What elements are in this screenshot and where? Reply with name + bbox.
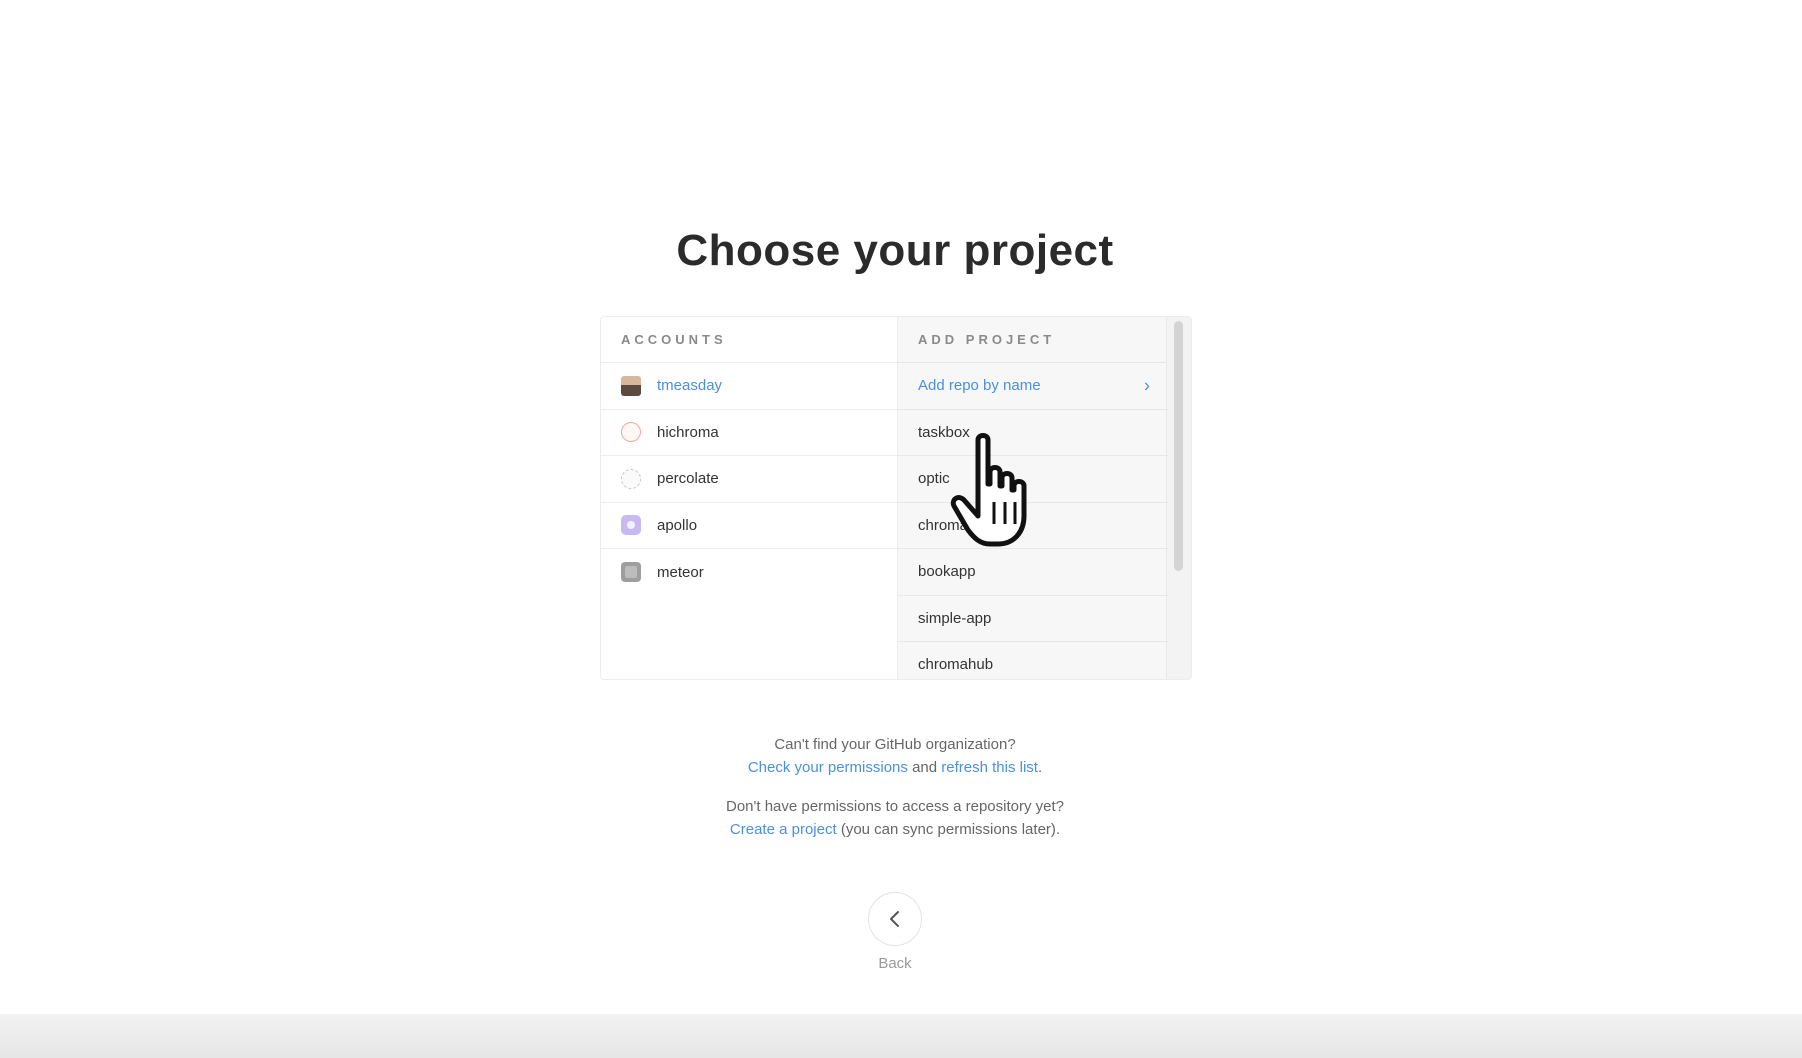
accounts-column: ACCOUNTS tmeasday hichroma percolate apo… <box>601 317 898 679</box>
projects-header: ADD PROJECT <box>898 317 1191 363</box>
account-label: percolate <box>657 470 719 488</box>
help-actions-org: Check your permissions and refresh this … <box>0 756 1790 779</box>
project-item-simple-app[interactable]: simple-app <box>898 596 1168 642</box>
chevron-left-icon <box>890 911 899 927</box>
account-label: hichroma <box>657 423 719 441</box>
choose-project-page: Choose your project ACCOUNTS tmeasday hi… <box>0 0 1802 1058</box>
chroma-logo-icon <box>621 422 641 443</box>
add-repo-by-name-link[interactable]: Add repo by name › <box>898 363 1168 410</box>
project-label: taskbox <box>918 423 970 441</box>
help-and-text: and <box>907 759 942 776</box>
project-label: optic <box>918 470 950 488</box>
accounts-header: ACCOUNTS <box>601 317 897 363</box>
project-label: chromahub <box>918 656 994 674</box>
scrollbar-thumb[interactable] <box>1174 321 1183 571</box>
chevron-right-icon: › <box>1144 375 1150 396</box>
meteor-logo-icon <box>621 562 641 583</box>
account-label: tmeasday <box>657 377 723 395</box>
project-label: bookapp <box>918 563 976 581</box>
project-item-bookapp[interactable]: bookapp <box>898 549 1168 596</box>
help-actions-permissions: Create a project (you can sync permissio… <box>0 818 1790 841</box>
account-label: meteor <box>657 563 704 581</box>
create-project-link[interactable]: Create a project <box>730 821 837 838</box>
back-label: Back <box>878 955 912 972</box>
account-item-meteor[interactable]: meteor <box>601 549 897 596</box>
projects-column: ADD PROJECT Add repo by name › taskbox o… <box>898 317 1191 679</box>
page-title: Choose your project <box>676 226 1114 275</box>
user-avatar-icon <box>621 375 641 396</box>
help-question-org: Can't find your GitHub organization? <box>774 736 1016 753</box>
account-item-apollo[interactable]: apollo <box>601 503 897 549</box>
add-repo-label: Add repo by name <box>918 377 1041 395</box>
sync-later-text: (you can sync permissions later). <box>836 821 1061 838</box>
percolate-logo-icon <box>621 468 641 489</box>
help-question-permissions: Don't have permissions to access a repos… <box>725 798 1065 815</box>
project-label: chroma <box>918 516 969 534</box>
project-item-optic[interactable]: optic <box>898 456 1168 503</box>
apollo-logo-icon <box>621 515 641 536</box>
account-label: apollo <box>657 516 698 534</box>
permissions-help: Don't have permissions to access a repos… <box>0 795 1790 841</box>
account-item-tmeasday[interactable]: tmeasday <box>601 363 897 410</box>
scrollbar-track[interactable] <box>1166 317 1191 679</box>
project-item-taskbox[interactable]: taskbox <box>898 410 1168 456</box>
back-button[interactable] <box>868 892 922 946</box>
project-chooser-panel: ACCOUNTS tmeasday hichroma percolate apo… <box>600 316 1192 680</box>
refresh-list-link[interactable]: refresh this list <box>941 759 1038 776</box>
help-period: . <box>1037 759 1043 776</box>
bottom-bar <box>0 1014 1802 1058</box>
project-item-chroma[interactable]: chroma <box>898 503 1168 549</box>
project-label: simple-app <box>918 609 992 627</box>
check-permissions-link[interactable]: Check your permissions <box>748 759 908 776</box>
project-item-chromahub[interactable]: chromahub <box>898 642 1168 679</box>
account-item-hichroma[interactable]: hichroma <box>601 410 897 456</box>
github-org-help: Can't find your GitHub organization? Che… <box>0 733 1790 779</box>
account-item-percolate[interactable]: percolate <box>601 456 897 503</box>
